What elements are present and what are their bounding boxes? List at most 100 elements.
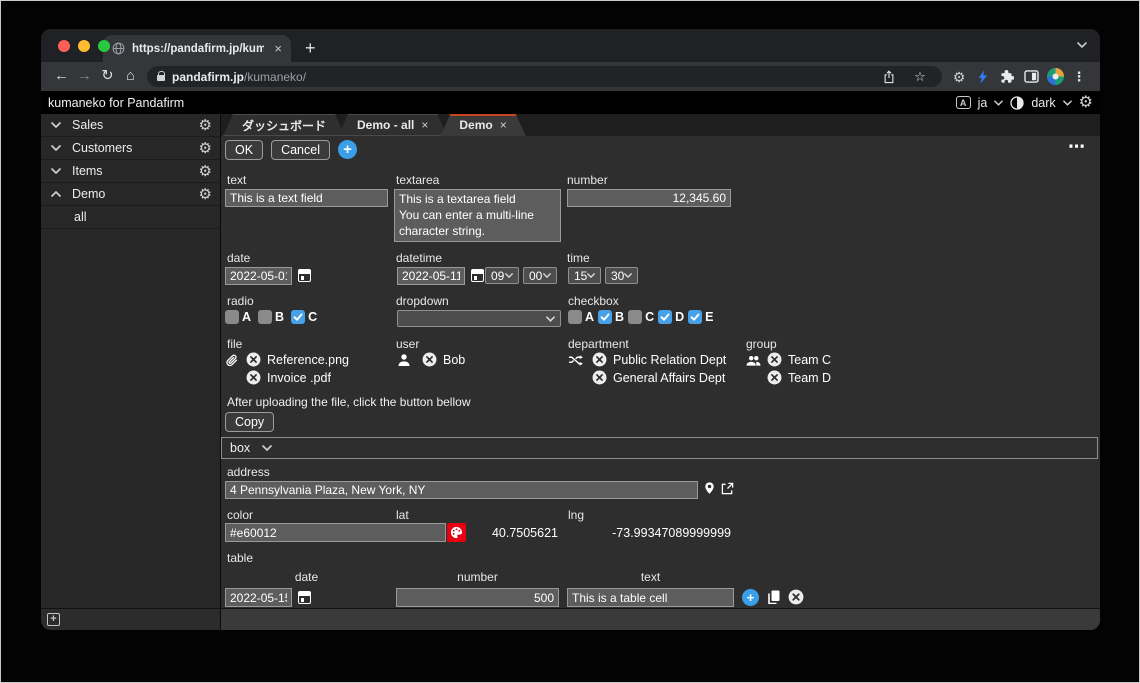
ok-button[interactable]: OK (225, 140, 264, 160)
remove-icon[interactable] (246, 352, 261, 367)
sidebar-item-items[interactable]: Items ⚙ (41, 160, 220, 183)
more-options-icon[interactable]: ⋯ (1068, 137, 1086, 157)
radio-option-b[interactable]: B (258, 310, 284, 324)
group-name[interactable]: Team C (788, 353, 831, 367)
gear-icon[interactable]: ⚙ (199, 164, 212, 179)
radio-option-c[interactable]: C (291, 310, 317, 324)
user-icon[interactable] (397, 353, 411, 367)
language-chevron-icon[interactable] (994, 99, 1004, 106)
chevron-up-icon[interactable] (51, 191, 61, 197)
box-accordion-header[interactable]: box (221, 437, 1098, 459)
checkbox-box-checked[interactable] (688, 310, 703, 324)
share-button[interactable] (877, 69, 901, 84)
contrast-icon[interactable] (1010, 95, 1024, 110)
chevron-down-icon[interactable] (262, 445, 273, 451)
lock-icon[interactable] (157, 71, 165, 81)
remove-icon[interactable] (592, 352, 607, 367)
tab-search-chevron-icon[interactable] (1077, 42, 1087, 48)
dropdown-select[interactable] (397, 310, 561, 327)
sidebar-item-sales[interactable]: Sales ⚙ (41, 114, 220, 137)
remove-icon[interactable] (767, 370, 782, 385)
remove-icon[interactable] (422, 352, 437, 367)
checkbox-box-checked[interactable] (598, 310, 613, 324)
address-bar[interactable]: pandafirm.jp/kumaneko/ ☆ (147, 66, 942, 87)
paperclip-icon[interactable] (225, 354, 239, 368)
checkbox-option-b[interactable]: B (598, 310, 624, 324)
chevron-down-icon[interactable] (51, 122, 61, 128)
sidebar-subitem-all[interactable]: all (41, 206, 220, 229)
radio-box[interactable] (258, 310, 273, 324)
maximize-window-button[interactable] (98, 40, 110, 52)
reload-button[interactable]: ↻ (96, 69, 119, 84)
calendar-icon[interactable] (471, 269, 484, 282)
department-icon[interactable] (568, 354, 583, 367)
user-name[interactable]: Bob (443, 353, 465, 367)
theme-chevron-icon[interactable] (1062, 99, 1072, 106)
checkbox-option-a[interactable]: A (568, 310, 594, 324)
remove-icon[interactable] (592, 370, 607, 385)
close-window-button[interactable] (58, 40, 70, 52)
department-name[interactable]: Public Relation Dept (613, 353, 726, 367)
theme-select-value[interactable]: dark (1031, 96, 1055, 110)
remove-icon[interactable] (767, 352, 782, 367)
file-name[interactable]: Invoice .pdf (267, 371, 331, 385)
remove-icon[interactable] (246, 370, 261, 385)
gear-icon[interactable]: ⚙ (199, 187, 212, 202)
time-minute-select[interactable]: 30 (605, 267, 638, 284)
group-name[interactable]: Team D (788, 371, 831, 385)
text-input[interactable] (225, 189, 388, 207)
checkbox-option-e[interactable]: E (688, 310, 713, 324)
chevron-down-icon[interactable] (51, 168, 61, 174)
gear-icon[interactable]: ⚙ (199, 118, 212, 133)
number-input[interactable] (567, 189, 731, 207)
tab-close-icon[interactable]: × (500, 119, 507, 131)
checkbox-option-c[interactable]: C (628, 310, 654, 324)
datetime-hour-select[interactable]: 09 (485, 267, 519, 284)
tab-demo[interactable]: Demo × (440, 114, 525, 136)
map-pin-icon[interactable] (704, 481, 715, 495)
tab-demo-all[interactable]: Demo - all × (338, 114, 447, 136)
settings-gear-icon[interactable]: ⚙ (1079, 94, 1093, 111)
minimize-window-button[interactable] (78, 40, 90, 52)
sidebar-item-demo[interactable]: Demo ⚙ (41, 183, 220, 206)
radio-option-a[interactable]: A (225, 310, 251, 324)
copy-button[interactable]: Copy (225, 412, 275, 432)
bookmark-star-icon[interactable]: ☆ (908, 69, 932, 85)
file-name[interactable]: Reference.png (267, 353, 349, 367)
tab-close-icon[interactable]: × (274, 42, 282, 55)
textarea-input[interactable]: This is a textarea field You can enter a… (394, 189, 561, 242)
group-icon[interactable] (746, 354, 761, 367)
gear-icon[interactable]: ⚙ (199, 141, 212, 156)
home-button[interactable]: ⌂ (119, 69, 142, 84)
datetime-date-input[interactable] (397, 267, 465, 285)
add-record-button[interactable]: + (337, 140, 357, 159)
forward-button[interactable]: → (73, 69, 96, 84)
add-app-icon[interactable]: + (47, 613, 60, 626)
browser-menu-icon[interactable]: ⋮ (1067, 70, 1091, 83)
address-input[interactable] (225, 481, 698, 499)
table-number-input[interactable] (396, 588, 559, 607)
extension-bolt-icon[interactable] (971, 69, 995, 84)
new-tab-button[interactable]: + (305, 39, 316, 57)
profile-avatar[interactable] (1043, 68, 1067, 85)
extensions-puzzle-icon[interactable] (995, 69, 1019, 84)
time-hour-select[interactable]: 15 (568, 267, 601, 284)
datetime-minute-select[interactable]: 00 (523, 267, 557, 284)
cancel-button[interactable]: Cancel (271, 140, 330, 160)
side-panel-icon[interactable] (1019, 70, 1043, 83)
table-text-input[interactable] (567, 588, 734, 607)
department-name[interactable]: General Affairs Dept (613, 371, 725, 385)
external-link-icon[interactable] (721, 482, 734, 495)
tab-dashboard[interactable]: ダッシュボード (223, 114, 345, 136)
table-add-row-button[interactable]: + (742, 589, 759, 606)
duplicate-row-icon[interactable] (767, 590, 781, 604)
checkbox-box[interactable] (628, 310, 643, 324)
checkbox-option-d[interactable]: D (658, 310, 684, 324)
checkbox-box-checked[interactable] (658, 310, 673, 324)
checkbox-box[interactable] (568, 310, 582, 324)
calendar-icon[interactable] (298, 591, 311, 604)
browser-tab[interactable]: https://pandafirm.jp/kumaneko × (103, 35, 291, 62)
tab-close-icon[interactable]: × (421, 119, 428, 131)
remove-row-icon[interactable] (788, 589, 804, 605)
sidebar-item-customers[interactable]: Customers ⚙ (41, 137, 220, 160)
